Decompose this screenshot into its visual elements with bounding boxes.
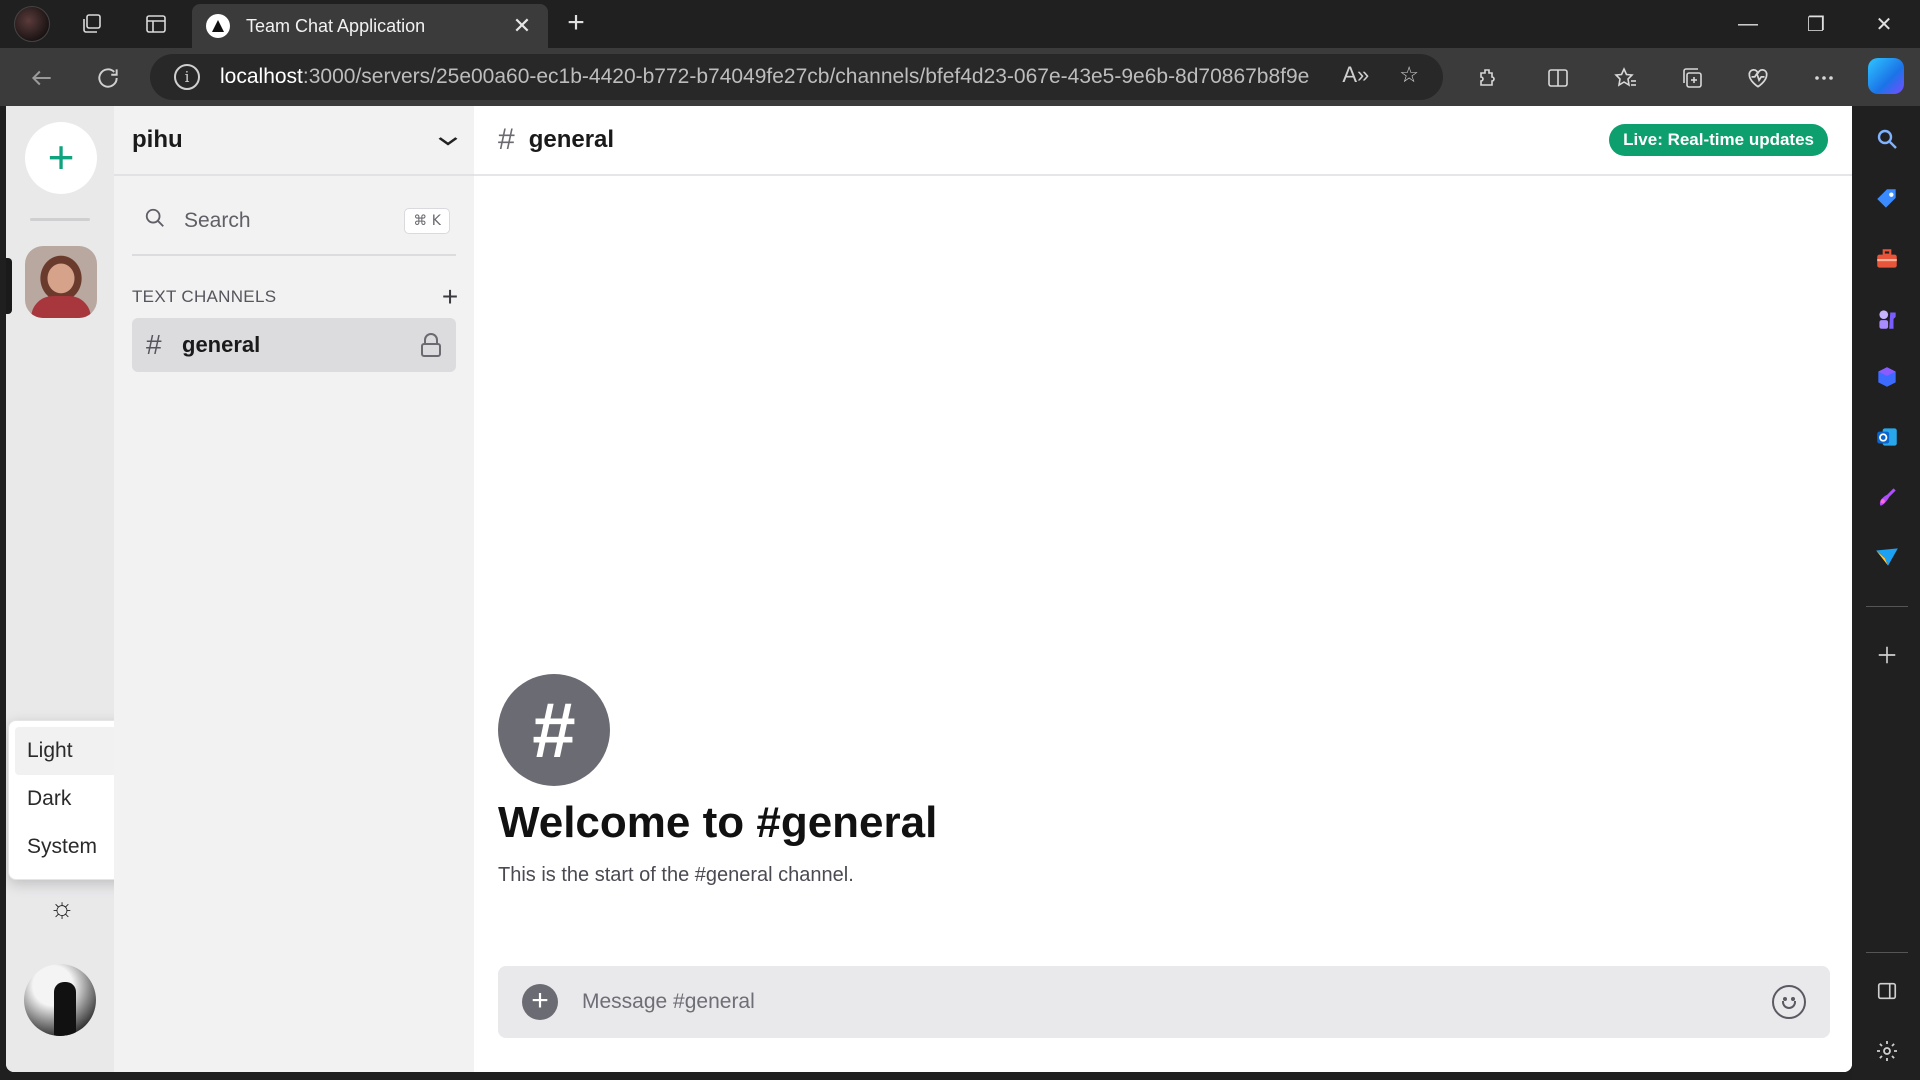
outlook-icon[interactable] <box>1872 422 1902 452</box>
site-info-icon[interactable]: i <box>174 64 200 90</box>
browser-profile-avatar[interactable] <box>14 6 50 42</box>
tab-title: Team Chat Application <box>246 15 426 36</box>
chevron-down-icon <box>437 126 459 154</box>
search-icon <box>144 207 172 235</box>
edge-sidebar <box>1852 106 1920 1080</box>
channels-panel: pihu Search ⌘ K TEXT CHANNELS + # genera… <box>114 106 474 1072</box>
shopping-tag-icon[interactable] <box>1872 184 1902 214</box>
welcome-title: Welcome to #general <box>498 798 938 847</box>
search-sidebar-icon[interactable] <box>1872 124 1902 154</box>
favorites-icon[interactable] <box>1608 60 1644 96</box>
close-window-button[interactable]: ✕ <box>1864 8 1904 40</box>
emoji-picker-icon[interactable] <box>1772 985 1806 1019</box>
sidebar-divider-bottom <box>1866 952 1908 953</box>
browser-essentials-icon[interactable] <box>1740 60 1776 96</box>
server-header[interactable]: pihu <box>114 106 474 176</box>
copilot-sidebar-icon[interactable] <box>1872 362 1902 392</box>
theme-toggle-sun-icon[interactable]: ☼ <box>44 890 80 926</box>
back-icon[interactable] <box>24 60 60 96</box>
collections-icon[interactable] <box>1674 60 1710 96</box>
hash-icon: # <box>146 329 162 360</box>
tab-favicon-icon <box>206 14 230 38</box>
message-composer: + <box>498 966 1830 1038</box>
live-status-badge: Live: Real-time updates <box>1609 124 1828 156</box>
search-button[interactable]: Search ⌘ K <box>132 196 462 246</box>
search-label: Search <box>184 209 251 232</box>
favorite-star-icon[interactable]: ☆ <box>1399 62 1419 88</box>
restore-button[interactable]: ❐ <box>1796 8 1836 40</box>
hide-sidebar-icon[interactable] <box>1872 976 1902 1006</box>
read-aloud-icon[interactable]: A» <box>1342 62 1369 88</box>
vertical-tabs-icon[interactable] <box>140 8 172 40</box>
add-sidebar-app-icon[interactable] <box>1872 640 1902 670</box>
extensions-icon[interactable] <box>1470 60 1506 96</box>
chat-main: # general Live: Real-time updates # Welc… <box>474 106 1852 1072</box>
user-avatar[interactable] <box>24 964 96 1036</box>
url-path: :3000/servers/25e00a60-ec1b-4420-b772-b7… <box>302 65 1310 88</box>
browser-tab-bar: Team Chat Application ✕ + — ❐ ✕ <box>0 0 1920 48</box>
split-screen-icon[interactable] <box>1540 60 1576 96</box>
server-rail: + Light Dark System ☼ <box>6 106 198 1072</box>
tools-toolbox-icon[interactable] <box>1872 244 1902 274</box>
server-avatar-pihu[interactable] <box>25 246 97 318</box>
games-chess-icon[interactable] <box>1872 304 1902 334</box>
workspaces-icon[interactable] <box>76 8 108 40</box>
rail-separator <box>30 218 90 221</box>
add-channel-icon[interactable]: + <box>438 283 462 311</box>
sidebar-settings-gear-icon[interactable] <box>1872 1036 1902 1066</box>
message-input[interactable] <box>582 990 1772 1014</box>
panel-separator <box>132 254 456 256</box>
tab-close-icon[interactable]: ✕ <box>510 13 534 39</box>
address-bar[interactable]: i localhost :3000/servers/25e00a60-ec1b-… <box>150 54 1443 100</box>
channel-title: general <box>528 126 615 153</box>
browser-tab-active[interactable]: Team Chat Application ✕ <box>192 4 548 48</box>
search-shortcut-badge: ⌘ K <box>404 208 450 234</box>
drop-send-icon[interactable] <box>1872 542 1902 572</box>
add-server-button[interactable]: + <box>25 122 97 194</box>
header-hash-icon: # <box>498 123 515 156</box>
chat-header: # general Live: Real-time updates <box>474 106 1852 176</box>
browser-toolbar: i localhost :3000/servers/25e00a60-ec1b-… <box>0 48 1920 106</box>
team-chat-app: + Light Dark System ☼ pihu Search ⌘ K TE… <box>6 106 1852 1072</box>
more-options-icon[interactable] <box>1806 60 1842 96</box>
copilot-icon[interactable] <box>1868 58 1904 94</box>
channel-name: general <box>182 332 261 357</box>
welcome-subtitle: This is the start of the #general channe… <box>498 864 854 886</box>
welcome-hash-icon: # <box>498 674 610 786</box>
active-server-indicator <box>6 258 12 314</box>
section-label: TEXT CHANNELS <box>132 287 277 306</box>
text-channels-section: TEXT CHANNELS + <box>132 282 462 312</box>
designer-icon[interactable] <box>1872 482 1902 512</box>
channel-item-general[interactable]: # general <box>132 318 456 372</box>
reload-icon[interactable] <box>90 60 126 96</box>
lock-icon <box>420 333 442 357</box>
attach-add-button[interactable]: + <box>522 984 558 1020</box>
minimize-button[interactable]: — <box>1728 8 1768 40</box>
new-tab-button[interactable]: + <box>560 8 592 40</box>
server-name: pihu <box>132 126 183 153</box>
url-host: localhost <box>220 65 303 88</box>
sidebar-divider <box>1866 606 1908 607</box>
